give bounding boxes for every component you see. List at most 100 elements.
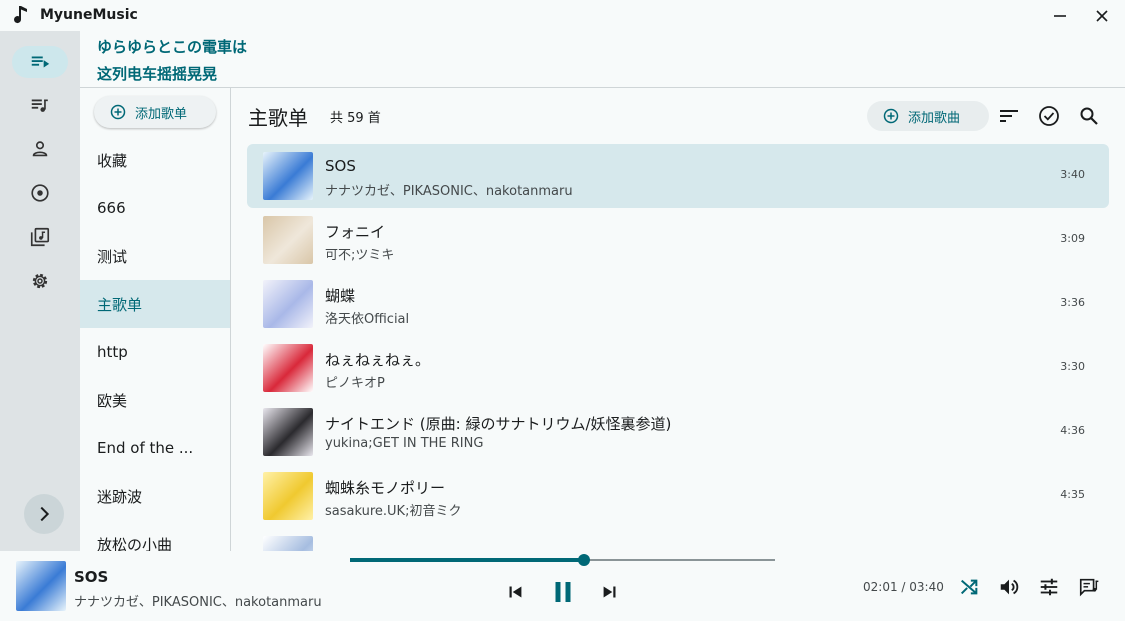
nav-rail xyxy=(0,31,80,551)
add-song-button[interactable]: 添加歌曲 xyxy=(867,101,989,131)
progress-thumb[interactable] xyxy=(577,554,590,566)
add-playlist-button[interactable]: 添加歌单 xyxy=(94,96,216,128)
playlist-label: End of the ... xyxy=(97,439,194,457)
album-cover xyxy=(263,536,313,551)
sort-icon[interactable] xyxy=(997,104,1021,128)
person-icon xyxy=(32,141,48,157)
now-playing-artist: ナナツカゼ、PIKASONIC、nakotanmaru xyxy=(74,595,322,610)
volume-button[interactable] xyxy=(996,574,1022,600)
select-check-icon[interactable] xyxy=(1037,104,1061,128)
song-title: ねぇねぇねぇ。 xyxy=(325,351,431,369)
song-row[interactable]: ねぇねぇねぇ。 ピノキオP 3:30 xyxy=(247,336,1109,400)
minimize-icon[interactable] xyxy=(1048,4,1072,28)
next-button[interactable] xyxy=(597,579,623,605)
playlist-label: http xyxy=(97,343,128,361)
rail-item-now-playing[interactable] xyxy=(12,46,68,78)
album-cover xyxy=(263,152,313,200)
playlist-item[interactable]: 666 xyxy=(80,184,230,232)
song-artist: yukina;GET IN THE RING xyxy=(325,436,484,451)
playlist-item[interactable]: 迷跡波 xyxy=(80,472,230,520)
rail-item-settings[interactable] xyxy=(12,265,68,297)
equalizer-button[interactable] xyxy=(1036,574,1062,600)
song-row[interactable]: 蝴蝶 洛天依Official 3:36 xyxy=(247,272,1109,336)
playlist-item[interactable]: 放松の小曲 xyxy=(80,520,230,552)
lyrics-icon xyxy=(1079,578,1099,597)
song-row-partial[interactable] xyxy=(247,528,1109,551)
album-cover xyxy=(263,280,313,328)
playlist-label: 迷跡波 xyxy=(97,487,143,506)
library-music-icon xyxy=(30,227,50,247)
song-row[interactable]: 蜘蛛糸モノポリー sasakure.UK;初音ミク 4:35 xyxy=(247,464,1109,528)
search-icon[interactable] xyxy=(1077,104,1101,128)
playlist-label: 收藏 xyxy=(97,151,128,170)
song-artist: ピノキオP xyxy=(325,376,385,391)
rail-item-playlists[interactable] xyxy=(12,89,68,121)
song-duration: 4:36 xyxy=(1060,424,1085,437)
lyrics-line-original: ゆらゆらとこの電車は xyxy=(97,38,248,56)
rail-item-artists[interactable] xyxy=(12,133,68,165)
song-title: フォニイ xyxy=(325,223,386,241)
expand-rail-button[interactable] xyxy=(24,494,64,534)
previous-button[interactable] xyxy=(502,579,528,605)
playlist-item[interactable]: 测试 xyxy=(80,232,230,280)
lyrics-display: ゆらゆらとこの電車は 这列电车摇摇晃晃 xyxy=(97,34,247,88)
song-count: 共 59 首 xyxy=(330,111,381,126)
add-song-label: 添加歌曲 xyxy=(908,110,961,126)
now-playing-cover xyxy=(16,561,66,611)
playlist-item[interactable]: http xyxy=(80,328,230,376)
song-title: SOS xyxy=(325,157,356,175)
playlist-item-active[interactable]: 主歌单 xyxy=(80,280,230,328)
progress-slider[interactable] xyxy=(350,554,775,566)
shuffle-icon xyxy=(960,579,978,595)
song-duration: 3:36 xyxy=(1060,296,1085,309)
title-bar: MyuneMusic xyxy=(0,0,1125,31)
volume-icon xyxy=(1000,579,1019,595)
add-circle-icon xyxy=(883,108,899,124)
playlist-label: 666 xyxy=(97,199,126,217)
song-duration: 3:09 xyxy=(1060,232,1085,245)
song-artist: ナナツカゼ、PIKASONIC、nakotanmaru xyxy=(325,184,573,199)
skip-next-icon xyxy=(603,586,616,598)
app-title: MyuneMusic xyxy=(40,7,138,23)
add-circle-icon xyxy=(110,104,126,120)
song-title: 蜘蛛糸モノポリー xyxy=(325,479,446,497)
playback-time: 02:01 / 03:40 xyxy=(863,580,944,594)
playlist-item[interactable]: End of the ... xyxy=(80,424,230,472)
playlist-label: 测试 xyxy=(97,247,128,266)
playlist-title: 主歌单 xyxy=(248,106,308,130)
shuffle-button[interactable] xyxy=(956,574,982,600)
album-cover xyxy=(263,216,313,264)
close-icon[interactable] xyxy=(1090,4,1114,28)
chevron-right-icon xyxy=(40,506,50,522)
playlist-sidebar: 添加歌单 收藏 666 测试 主歌单 http 欧美 End of the ..… xyxy=(80,88,230,551)
rail-item-library[interactable] xyxy=(12,221,68,253)
album-cover xyxy=(263,408,313,456)
album-cover xyxy=(263,344,313,392)
playlist-label: 欧美 xyxy=(97,391,128,410)
playlist-label: 放松の小曲 xyxy=(97,535,173,552)
song-duration: 3:30 xyxy=(1060,360,1085,373)
settings-icon xyxy=(32,273,48,289)
queue-music-icon xyxy=(31,56,50,68)
album-icon xyxy=(31,184,49,202)
rail-item-albums[interactable] xyxy=(12,177,68,209)
playlist-label: 主歌单 xyxy=(97,295,143,314)
music-note-icon xyxy=(14,6,27,24)
playlist-item[interactable]: 收藏 xyxy=(80,136,230,184)
player-bar: SOS ナナツカゼ、PIKASONIC、nakotanmaru 02:01 / … xyxy=(0,551,1125,621)
song-artist: sasakure.UK;初音ミク xyxy=(325,504,462,519)
divider xyxy=(230,88,231,551)
song-duration: 4:35 xyxy=(1060,488,1085,501)
pause-button[interactable] xyxy=(546,575,580,609)
skip-previous-icon xyxy=(509,586,522,598)
song-title: ナイトエンド (原曲: 緑のサナトリウム/妖怪裏参道) xyxy=(325,415,672,433)
song-row-active[interactable]: SOS ナナツカゼ、PIKASONIC、nakotanmaru 3:40 xyxy=(247,144,1109,208)
now-playing-title: SOS xyxy=(74,568,109,586)
song-row[interactable]: フォニイ 可不;ツミキ 3:09 xyxy=(247,208,1109,272)
add-playlist-label: 添加歌单 xyxy=(135,106,188,122)
lyrics-button[interactable] xyxy=(1076,574,1102,600)
progress-fill xyxy=(350,558,584,562)
song-artist: 可不;ツミキ xyxy=(325,248,395,263)
playlist-item[interactable]: 欧美 xyxy=(80,376,230,424)
song-row[interactable]: ナイトエンド (原曲: 緑のサナトリウム/妖怪裏参道) yukina;GET I… xyxy=(247,400,1109,464)
